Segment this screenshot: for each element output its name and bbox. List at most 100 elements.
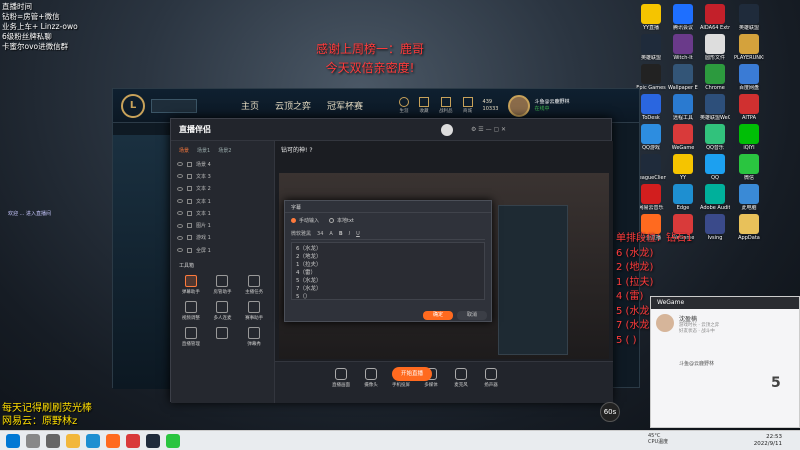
desktop-icon[interactable]: 英雄联盟	[636, 34, 666, 61]
desktop-icon[interactable]: QQ游戏	[636, 124, 666, 151]
tool-video[interactable]: 视频调整	[175, 301, 207, 321]
desktop-icon[interactable]: Wallpaper Engine	[668, 64, 698, 91]
desktop-icon[interactable]: WeGame	[668, 124, 698, 151]
desktop-icon[interactable]: 此电脑	[734, 184, 764, 211]
confirm-button[interactable]: 确定	[423, 311, 453, 320]
weather-widget[interactable]: 45°C CPU温度	[648, 433, 668, 445]
nav-store[interactable]: 商城	[462, 97, 473, 114]
desktop-icon[interactable]: YY	[668, 154, 698, 181]
desktop-icon[interactable]: QQ	[700, 154, 730, 181]
eye-icon[interactable]	[177, 211, 183, 216]
scene-row[interactable]: 图片 1	[171, 219, 274, 231]
tool-show[interactable]: 弹幕秀	[238, 327, 270, 347]
scene-row[interactable]: 场景 4	[171, 158, 274, 170]
folder-icon[interactable]	[66, 434, 80, 448]
play-button[interactable]	[151, 98, 197, 113]
italic-button[interactable]: I	[349, 231, 350, 237]
radio-manual[interactable]: 手动输入	[291, 217, 319, 224]
underline-button[interactable]: U	[356, 231, 360, 237]
tab-scene[interactable]: 场景	[179, 147, 189, 154]
desktop-icon[interactable]: Witch-It	[668, 34, 698, 61]
desktop-icon[interactable]: iQIYI	[734, 124, 764, 151]
league-logo-icon[interactable]: L	[121, 93, 145, 118]
avatar[interactable]	[656, 314, 674, 332]
task-view-icon[interactable]	[46, 434, 60, 448]
tool-event[interactable]: 赛事助手	[238, 301, 270, 321]
nav-tft[interactable]: 云顶之弈	[267, 99, 319, 112]
cancel-button[interactable]: 取消	[457, 311, 487, 320]
start-stream-button[interactable]: 开始直播	[392, 367, 432, 381]
titlebar-icons[interactable]: ⚙ ☰ — ▢ ✕	[471, 126, 506, 133]
avatar[interactable]	[508, 94, 531, 117]
eye-icon[interactable]	[177, 248, 183, 253]
tool-microphone[interactable]: 麦克风	[449, 368, 473, 388]
start-icon[interactable]	[6, 434, 20, 448]
desktop-icon[interactable]: 英雄联盟	[734, 4, 764, 31]
tool-manage[interactable]: 直播管理	[175, 327, 207, 347]
desktop-icon[interactable]: 腾讯会议	[668, 4, 698, 31]
eye-icon[interactable]	[177, 174, 183, 179]
wegame-user[interactable]: 沈盈楠 游戏时长 · 云顶之弈 好友状态 · 战斗中	[651, 309, 799, 340]
clock[interactable]: 22:53 2022/9/11	[754, 434, 782, 448]
desktop-icon[interactable]: PLAYERUNKNOWN'S BATTLEGROUNDS	[734, 34, 764, 61]
tool-screen[interactable]: 直播画面	[329, 368, 353, 388]
desktop-icon[interactable]: 远程工具	[668, 94, 698, 121]
tool-admin[interactable]: 房管助手	[207, 275, 239, 295]
scene-row[interactable]: 文本 1	[171, 195, 274, 207]
tab-scene-1[interactable]: 场景1	[197, 147, 210, 154]
desktop-icon[interactable]: ToDesk	[636, 94, 666, 121]
desktop-icon[interactable]: YY直播	[636, 4, 666, 31]
user-avatar[interactable]	[441, 123, 453, 136]
tab-scene-2[interactable]: 场景2	[218, 147, 231, 154]
desktop-icon[interactable]: QQ音乐	[700, 124, 730, 151]
wechat-icon[interactable]	[166, 434, 180, 448]
desktop-icon[interactable]: Ivsing	[700, 214, 730, 241]
nav-home[interactable]: 主页	[233, 99, 267, 112]
desktop-icon[interactable]: AIDA64 Extreme	[700, 4, 730, 31]
scene-row[interactable]: 文本 2	[171, 183, 274, 195]
eye-icon[interactable]	[177, 162, 183, 167]
nav-profile[interactable]: 生涯	[399, 97, 410, 114]
desktop-icon[interactable]: Adobe Audition	[700, 184, 730, 211]
edge-icon[interactable]	[86, 434, 100, 448]
league-icon[interactable]	[146, 434, 160, 448]
size-select[interactable]: 34	[317, 231, 323, 237]
desktop-icon[interactable]: Epic Games	[636, 64, 666, 91]
desktop-icon[interactable]: 百度网盘	[734, 64, 764, 91]
tool-task[interactable]: 主播任务	[238, 275, 270, 295]
tool-danmu[interactable]: 弹幕助手	[175, 275, 207, 295]
tool-camera[interactable]: 摄像头	[359, 368, 383, 388]
tool-speaker[interactable]: 扬声器	[479, 368, 503, 388]
desktop-icon-label: QQ音乐	[706, 145, 724, 151]
desktop-icon[interactable]: 网易云音乐	[636, 184, 666, 211]
scene-row[interactable]: 文本 3	[171, 170, 274, 182]
eye-icon[interactable]	[177, 186, 183, 191]
search-icon[interactable]	[26, 434, 40, 448]
eye-icon[interactable]	[177, 199, 183, 204]
desktop-icon[interactable]: 微信	[734, 154, 764, 181]
wegame-icon[interactable]	[126, 434, 140, 448]
bold-button[interactable]: B	[339, 231, 343, 237]
eye-icon[interactable]	[177, 235, 183, 240]
scene-row[interactable]: 全屏 1	[171, 244, 274, 256]
desktop-icon[interactable]: Chrome	[700, 64, 730, 91]
font-select[interactable]: 微软雅黑	[291, 230, 311, 237]
douyu-icon[interactable]	[106, 434, 120, 448]
scene-row[interactable]: 游戏 1	[171, 232, 274, 244]
radio-local[interactable]: 本地txt	[329, 217, 354, 224]
nav-loot[interactable]: 战利品	[439, 97, 453, 114]
eye-icon[interactable]	[177, 223, 183, 228]
nav-collection[interactable]: 收藏	[419, 97, 430, 114]
desktop-icon[interactable]: Edge	[668, 184, 698, 211]
nav-cup[interactable]: 冠军杯赛	[319, 99, 371, 112]
desktop-icon[interactable]: 英雄联盟WeGame版	[700, 94, 730, 121]
desktop-icon[interactable]: AITPA	[734, 94, 764, 121]
desktop-icon[interactable]: LeagueClient	[636, 154, 666, 181]
subtitle-textarea[interactable]: 6（水龙） 2（地龙） 1（拉夫） 4（雷） 5（水龙） 7（水龙） 5（）	[291, 242, 485, 300]
color-button[interactable]: A	[329, 231, 332, 237]
desktop-icon[interactable]: 圆形文件	[700, 34, 730, 61]
scene-row[interactable]: 文本 1	[171, 207, 274, 219]
tool-mic[interactable]: 多人连麦	[207, 301, 239, 321]
tool-misc[interactable]	[207, 327, 239, 347]
desktop-icon[interactable]: AppData	[734, 214, 764, 241]
